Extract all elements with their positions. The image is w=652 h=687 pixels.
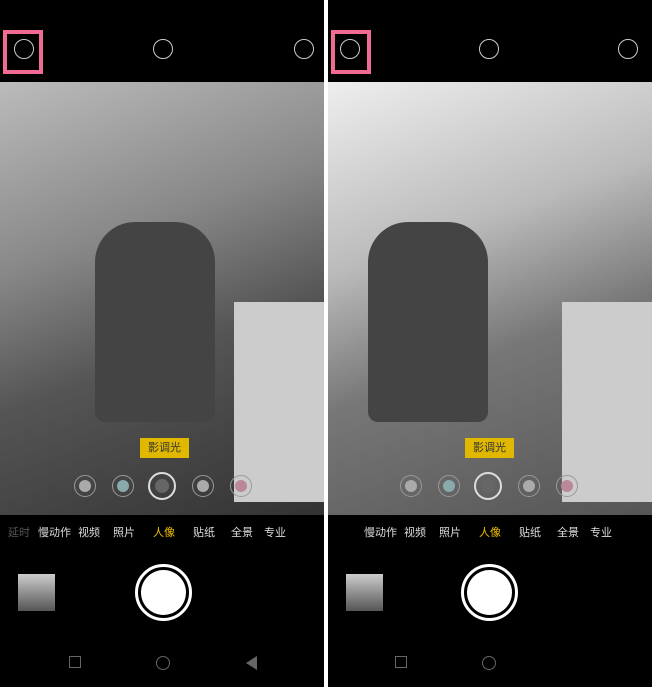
portrait-icon[interactable]	[340, 39, 360, 59]
aperture-icon[interactable]	[479, 39, 499, 59]
effect-badge: 影调光	[465, 438, 514, 458]
mode-item[interactable]: 专业	[590, 524, 612, 540]
filter-option-selected[interactable]	[474, 472, 502, 500]
camera-screen-right: 影调光 慢动作 视频 照片 人像 贴纸 全景 专业	[328, 0, 652, 687]
gallery-thumbnail[interactable]	[346, 574, 383, 611]
filter-row	[0, 470, 324, 500]
subject	[95, 222, 215, 422]
mode-item[interactable]: 贴纸	[519, 524, 541, 540]
gallery-thumbnail[interactable]	[18, 574, 55, 611]
mode-item[interactable]: 照片	[439, 524, 461, 540]
mode-item[interactable]: 视频	[404, 524, 426, 540]
filter-reel-icon[interactable]	[294, 39, 314, 59]
top-bar	[328, 0, 652, 82]
filter-option[interactable]	[400, 475, 422, 497]
mode-item[interactable]: 慢动作	[38, 524, 71, 540]
filter-reel-icon[interactable]	[618, 39, 638, 59]
effect-badge: 影调光	[140, 438, 189, 458]
mode-item[interactable]: 全景	[557, 524, 579, 540]
mode-item[interactable]: 全景	[231, 524, 253, 540]
mode-item-active[interactable]: 人像	[479, 524, 501, 540]
recent-apps-icon[interactable]	[69, 656, 81, 668]
top-bar	[0, 0, 324, 82]
filter-option[interactable]	[438, 475, 460, 497]
shutter-button[interactable]	[461, 564, 518, 621]
shutter-button[interactable]	[135, 564, 192, 621]
mode-item[interactable]: 慢动作	[364, 524, 397, 540]
subject	[368, 222, 488, 422]
mode-bar: 延时 慢动作 视频 照片 人像 贴纸 全景 专业	[0, 515, 324, 548]
mode-bar: 慢动作 视频 照片 人像 贴纸 全景 专业	[328, 515, 652, 548]
filter-option[interactable]	[112, 475, 134, 497]
home-icon[interactable]	[482, 656, 496, 670]
back-icon[interactable]	[246, 656, 257, 670]
mode-item[interactable]: 照片	[113, 524, 135, 540]
filter-option[interactable]	[192, 475, 214, 497]
filter-option[interactable]	[230, 475, 252, 497]
filter-row	[328, 470, 652, 500]
filter-option[interactable]	[556, 475, 578, 497]
mode-item-active[interactable]: 人像	[153, 524, 175, 540]
filter-option[interactable]	[518, 475, 540, 497]
mode-item[interactable]: 延时	[8, 524, 30, 540]
mode-item[interactable]: 专业	[264, 524, 286, 540]
recent-apps-icon[interactable]	[395, 656, 407, 668]
home-icon[interactable]	[156, 656, 170, 670]
mode-item[interactable]: 贴纸	[193, 524, 215, 540]
camera-screen-left: 影调光 延时 慢动作 视频 照片 人像 贴纸 全景 专业	[0, 0, 324, 687]
filter-option-selected[interactable]	[148, 472, 176, 500]
portrait-icon[interactable]	[14, 39, 34, 59]
aperture-icon[interactable]	[153, 39, 173, 59]
mode-item[interactable]: 视频	[78, 524, 100, 540]
filter-option[interactable]	[74, 475, 96, 497]
